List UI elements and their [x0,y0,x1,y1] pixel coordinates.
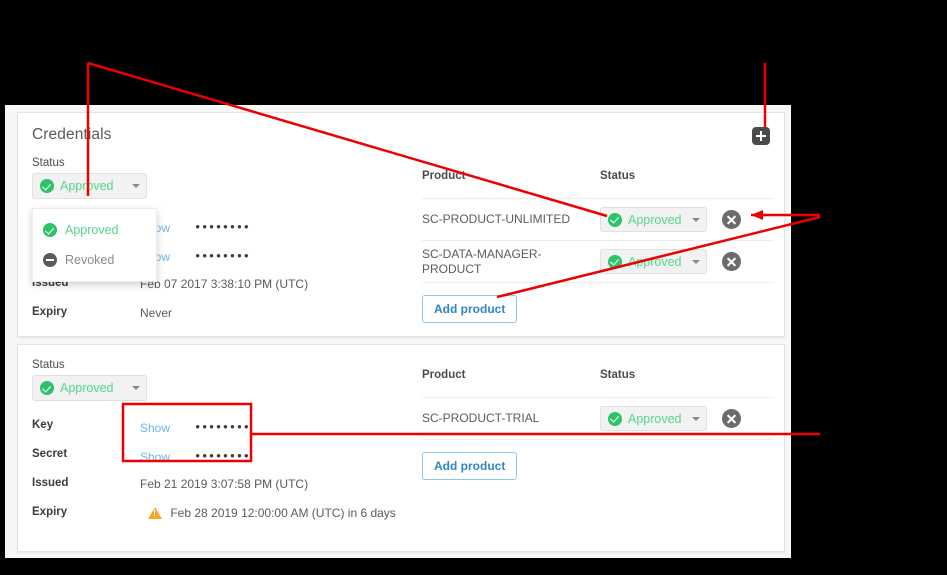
show-key-link[interactable]: Show [140,421,170,435]
table-row: SC-DATA-MANAGER-PRODUCT Approved [422,240,774,282]
credential-status-select[interactable]: Approved [32,375,147,401]
warning-triangle-icon [148,507,162,519]
product-name: SC-PRODUCT-TRIAL [422,411,540,425]
expiry-label: Expiry [32,506,68,518]
column-header-status: Status [600,170,636,182]
column-header-product: Product [422,170,466,182]
add-product-button[interactable]: Add product [422,452,518,480]
check-circle-icon [40,381,54,395]
show-secret-link[interactable]: Show [140,450,170,464]
screenshot-root: Credentials Status Approved Key Show •••… [0,0,947,575]
product-table-1: Product Status SC-PRODUCT-UNLIMITED Appr… [422,170,774,327]
table-row: SC-PRODUCT-TRIAL Approved [422,397,774,439]
product-status-select[interactable]: Approved [600,207,707,232]
check-circle-icon [608,212,622,227]
chevron-down-icon [132,184,140,188]
dropdown-option-revoked[interactable]: Revoked [33,245,156,275]
product-name: SC-PRODUCT-UNLIMITED [422,212,571,226]
product-table-2: Product Status SC-PRODUCT-TRIAL Approved [422,369,774,484]
minus-circle-icon [43,253,57,267]
expiry-row: Expiry Feb 28 2019 12:00:00 AM (UTC) in … [32,506,432,524]
chevron-down-icon [691,259,700,264]
issued-label: Issued [32,477,69,489]
expiry-label: Expiry [32,306,68,318]
credential-card-1: Credentials Status Approved Key Show •••… [17,112,785,337]
status-label: Status [32,359,65,371]
secret-row: Secret Show •••••••• [32,448,432,466]
product-status-value: Approved [628,411,682,426]
secret-label: Secret [32,448,68,460]
issued-value: Feb 21 2019 3:07:58 PM (UTC) [140,477,309,491]
plus-icon[interactable] [752,127,770,145]
product-status-select[interactable]: Approved [600,249,707,274]
key-masked-value: •••••••• [195,219,251,234]
product-table-header: Product Status [422,170,774,198]
status-dropdown-menu[interactable]: Approved Revoked [32,208,157,282]
credential-status-select[interactable]: Approved [32,173,147,199]
column-header-status: Status [600,369,636,381]
key-row: Key Show •••••••• [32,419,432,437]
expiry-value: Feb 28 2019 12:00:00 AM (UTC) in 6 days [170,506,396,520]
remove-product-button[interactable] [722,210,741,229]
remove-product-button[interactable] [722,252,741,271]
expiry-row: Expiry Never [32,306,432,324]
check-circle-icon [40,179,54,193]
chevron-down-icon [691,217,700,222]
key-label: Key [32,419,54,431]
credential-details-1: Status Approved [32,157,412,199]
page-title: Credentials [32,126,112,143]
product-status-select[interactable]: Approved [600,406,707,431]
add-product-button[interactable]: Add product [422,295,518,323]
secret-masked-value: •••••••• [195,248,251,263]
dropdown-option-approved[interactable]: Approved [33,215,156,245]
chevron-down-icon [691,416,700,421]
check-circle-icon [43,223,57,237]
column-header-product: Product [422,369,466,381]
credential-status-value: Approved [60,381,114,395]
expiry-value: Never [140,306,173,320]
credential-details-2: Status Approved [32,359,412,401]
status-label: Status [32,157,65,169]
credential-status-value: Approved [60,179,114,193]
credential-card-2: Status Approved Key Show •••••••• Secret… [17,344,785,552]
product-name: SC-DATA-MANAGER-PRODUCT [422,246,542,276]
issued-value: Feb 07 2017 3:38:10 PM (UTC) [140,277,309,291]
table-row: SC-PRODUCT-UNLIMITED Approved [422,198,774,240]
check-circle-icon [608,411,622,426]
check-circle-icon [608,254,622,269]
product-table-header: Product Status [422,369,774,397]
issued-row: Issued Feb 21 2019 3:07:58 PM (UTC) [32,477,432,495]
secret-masked-value: •••••••• [195,448,251,463]
product-status-value: Approved [628,212,682,227]
chevron-down-icon [132,386,140,390]
key-masked-value: •••••••• [195,419,251,434]
remove-product-button[interactable] [722,409,741,428]
product-status-value: Approved [628,254,682,269]
